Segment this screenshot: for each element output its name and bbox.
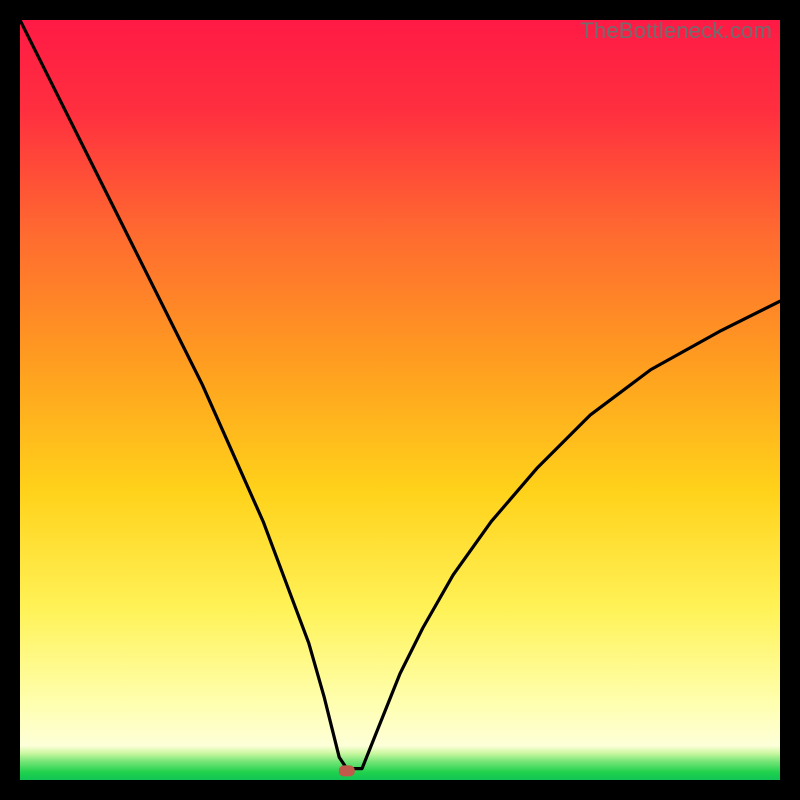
heat-background bbox=[20, 20, 780, 780]
chart-frame: TheBottleneck.com bbox=[20, 20, 780, 780]
optimal-marker bbox=[339, 765, 355, 776]
bottleneck-chart bbox=[20, 20, 780, 780]
watermark-label: TheBottleneck.com bbox=[580, 18, 772, 44]
